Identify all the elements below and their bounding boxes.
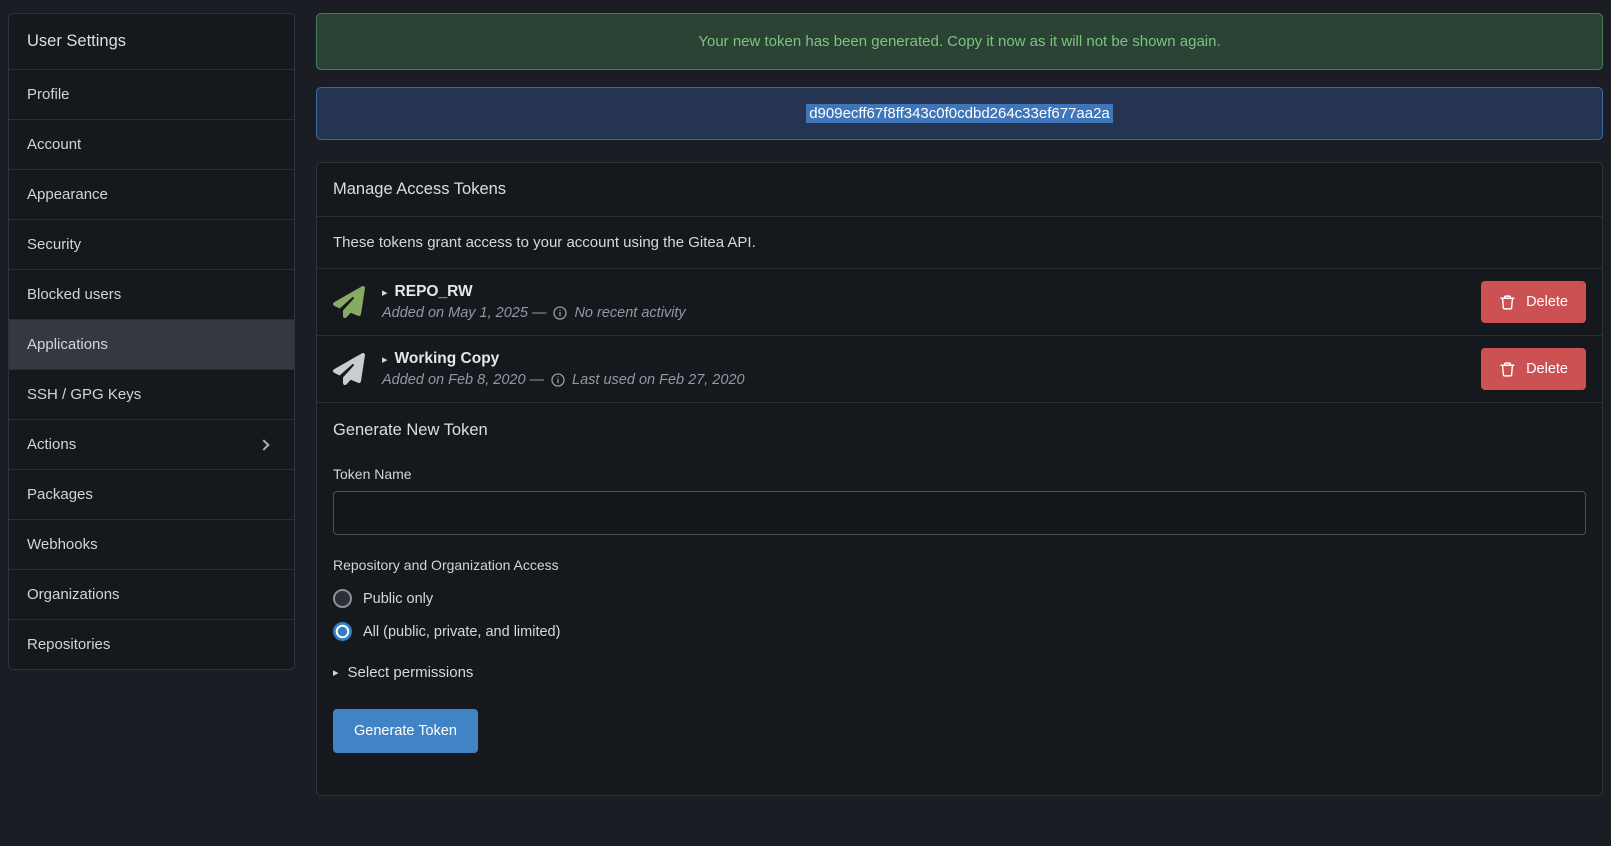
radio-checked-icon[interactable] [333, 622, 352, 641]
token-info: ▸ REPO_RW Added on May 1, 2025 — No [382, 283, 1481, 321]
token-meta: Added on Feb 8, 2020 — Last used on Feb … [382, 372, 1481, 388]
sidebar-item-blocked-users[interactable]: Blocked users [9, 269, 294, 319]
paper-plane-icon [333, 353, 367, 385]
sidebar-item-appearance[interactable]: Appearance [9, 169, 294, 219]
sidebar-item-repositories[interactable]: Repositories [9, 619, 294, 669]
token-meta: Added on May 1, 2025 — No recent activit… [382, 305, 1481, 321]
radio-option-all[interactable]: All (public, private, and limited) [333, 615, 1586, 648]
expand-triangle-icon[interactable]: ▸ [382, 286, 388, 299]
chevron-right-icon [258, 439, 269, 450]
info-icon [552, 305, 568, 321]
sidebar-item-account[interactable]: Account [9, 119, 294, 169]
sidebar-item-packages[interactable]: Packages [9, 469, 294, 519]
sidebar-item-actions[interactable]: Actions [9, 419, 294, 469]
info-icon [550, 372, 566, 388]
expand-triangle-icon: ▸ [333, 666, 339, 679]
page-layout: User Settings Profile Account Appearance… [0, 0, 1611, 796]
sidebar-title: User Settings [9, 14, 294, 69]
select-permissions-toggle[interactable]: ▸ Select permissions [333, 664, 1586, 681]
token-name-input[interactable] [333, 491, 1586, 535]
generate-new-token-form: Generate New Token Token Name Repository… [317, 403, 1602, 795]
radio-option-public-only[interactable]: Public only [333, 582, 1586, 615]
token-info: ▸ Working Copy Added on Feb 8, 2020 — [382, 350, 1481, 388]
form-title: Generate New Token [333, 421, 1586, 440]
delete-token-button[interactable]: Delete [1481, 348, 1586, 390]
panel-description: These tokens grant access to your accoun… [317, 217, 1602, 269]
generate-token-button[interactable]: Generate Token [333, 709, 478, 753]
token-row: ▸ REPO_RW Added on May 1, 2025 — No [317, 269, 1602, 336]
radio-unchecked-icon[interactable] [333, 589, 352, 608]
repo-org-access-label: Repository and Organization Access [333, 557, 1586, 573]
token-generated-banner: Your new token has been generated. Copy … [316, 13, 1603, 70]
new-token-box[interactable]: d909ecff67f8ff343c0f0cdbd264c33ef677aa2a [316, 87, 1603, 140]
manage-access-tokens-panel: Manage Access Tokens These tokens grant … [316, 162, 1603, 796]
sidebar-item-webhooks[interactable]: Webhooks [9, 519, 294, 569]
delete-token-button[interactable]: Delete [1481, 281, 1586, 323]
paper-plane-icon [333, 286, 367, 318]
new-token-value[interactable]: d909ecff67f8ff343c0f0cdbd264c33ef677aa2a [806, 104, 1113, 123]
sidebar-item-organizations[interactable]: Organizations [9, 569, 294, 619]
trash-icon [1499, 294, 1516, 311]
sidebar-item-security[interactable]: Security [9, 219, 294, 269]
token-name-label: Token Name [333, 466, 1586, 482]
sidebar-item-profile[interactable]: Profile [9, 69, 294, 119]
token-row: ▸ Working Copy Added on Feb 8, 2020 — [317, 336, 1602, 403]
panel-title: Manage Access Tokens [317, 163, 1602, 217]
main-content: Your new token has been generated. Copy … [316, 13, 1603, 796]
settings-sidebar: User Settings Profile Account Appearance… [8, 13, 295, 670]
sidebar-item-ssh-gpg-keys[interactable]: SSH / GPG Keys [9, 369, 294, 419]
expand-triangle-icon[interactable]: ▸ [382, 353, 388, 366]
token-name[interactable]: ▸ REPO_RW [382, 283, 1481, 301]
sidebar-item-applications[interactable]: Applications [9, 319, 294, 369]
trash-icon [1499, 361, 1516, 378]
token-name[interactable]: ▸ Working Copy [382, 350, 1481, 368]
